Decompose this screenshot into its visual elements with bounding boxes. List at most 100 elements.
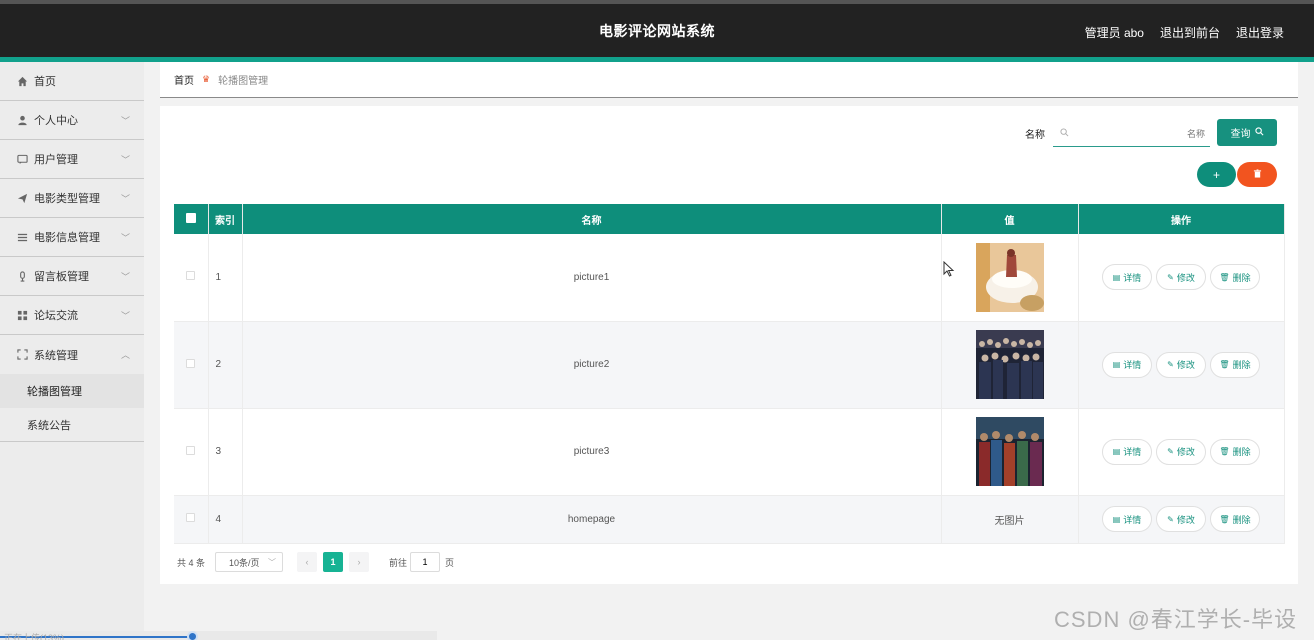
search-icon [1254,126,1264,139]
row-index: 1 [208,234,243,322]
trash-icon: 🗑 [1219,447,1230,456]
page-number-button[interactable]: 1 [323,552,344,572]
sidebar-item-label: 个人中心 [34,115,78,127]
sidebar-subitem-announcement[interactable]: 系统公告 [0,408,144,442]
sidebar-item-system[interactable]: 系统管理 ︿ [0,335,144,374]
sidebar-item-users[interactable]: 用户管理 ﹀ [0,140,144,179]
goto-page-input[interactable] [410,552,441,572]
goto-label: 前往 [389,557,408,568]
row-checkbox-cell [174,495,209,544]
chevron-down-icon: ﹀ [268,558,277,567]
column-header-name: 名称 [242,204,942,234]
carousel-thumbnail-image[interactable] [975,242,1044,312]
detail-button[interactable]: ▤ 详情 [1102,506,1152,532]
row-checkbox-cell [174,321,209,409]
microphone-icon [16,270,28,282]
row-checkbox[interactable] [186,271,196,281]
sidebar-item-profile[interactable]: 个人中心 ﹀ [0,101,144,140]
add-button[interactable]: + [1197,162,1236,187]
document-icon: ▤ [1112,514,1121,524]
column-header-value: 值 [941,204,1079,234]
prev-page-button[interactable]: ‹ [297,552,318,572]
delete-button[interactable]: 🗑 删除 [1210,351,1260,378]
edit-button[interactable]: ✎ 修改 [1156,438,1206,465]
table-row: 4 homepage 无图片 ▤ 详情 ✎ 修改 🗑 删除 [174,495,1285,544]
pagination-total: 共 4 条 [177,557,206,568]
edit-button[interactable]: ✎ 修改 [1156,506,1206,532]
pencil-icon: ✎ [1167,447,1174,456]
detail-button[interactable]: ▤ 详情 [1102,438,1152,465]
select-all-checkbox[interactable] [185,212,196,223]
search-icon [1060,128,1069,140]
sidebar-item-home[interactable]: 首页 [0,62,144,101]
delete-label: 删除 [1232,447,1251,457]
row-name: picture3 [242,408,942,496]
logout-link[interactable]: 退出登录 [1236,24,1284,41]
document-icon: ▤ [1112,272,1121,282]
row-value [941,234,1079,322]
breadcrumb-home[interactable]: 首页 [174,72,194,87]
delete-button[interactable]: 🗑 删除 [1210,438,1260,465]
search-button[interactable]: 查询 [1217,119,1277,146]
sidebar-subitem-label: 轮播图管理 [27,386,82,398]
edit-button[interactable]: ✎ 修改 [1156,351,1206,378]
row-index: 2 [208,321,243,409]
row-index: 4 [208,495,243,544]
row-checkbox[interactable] [186,358,196,368]
top-header: 电影评论网站系统 管理员 abo 退出到前台 退出登录 [0,0,1314,62]
detail-button[interactable]: ▤ 详情 [1102,351,1152,378]
sidebar-subitem-label: 系统公告 [27,419,71,432]
sidebar-item-message-board[interactable]: 留言板管理 ﹀ [0,257,144,296]
delete-label: 删除 [1232,360,1251,370]
watermark: CSDN @春江学长-毕设 [1054,607,1298,632]
sidebar-item-label: 论坛交流 [34,310,78,322]
document-icon: ▤ [1112,360,1121,369]
sidebar: 首页 个人中心 ﹀ 用户管理 ﹀ 电影类型管理 ﹀ 电影信息管理 ﹀ 留言板管理… [0,62,144,640]
page-size-value: 10条/页 [229,557,260,568]
trash-icon: 🗑 [1219,514,1230,524]
row-checkbox-cell [174,408,209,496]
breadcrumb: 首页 ♛ 轮播图管理 [160,62,1298,98]
back-to-front-link[interactable]: 退出到前台 [1160,24,1220,41]
header-links: 管理员 abo 退出到前台 退出登录 [1085,24,1284,41]
sidebar-item-label: 用户管理 [34,154,78,166]
sidebar-item-forum[interactable]: 论坛交流 ﹀ [0,296,144,335]
sidebar-item-movie-info[interactable]: 电影信息管理 ﹀ [0,218,144,257]
sidebar-item-label: 系统管理 [34,349,78,362]
row-value [941,321,1079,409]
edit-button[interactable]: ✎ 修改 [1156,264,1206,291]
edit-label: 修改 [1176,447,1195,457]
row-checkbox[interactable] [186,513,196,522]
detail-label: 详情 [1123,360,1142,370]
carousel-thumbnail-image[interactable] [975,330,1044,399]
search-field [1053,121,1210,147]
chevron-down-icon: ﹀ [120,194,130,204]
chevron-down-icon: ﹀ [120,233,130,243]
edit-label: 修改 [1176,514,1195,525]
chevron-left-icon: ‹ [305,557,309,567]
search-label: 名称 [1025,130,1045,141]
next-page-button[interactable]: › [349,552,370,572]
page-size-select[interactable]: 10条/页 ﹀ [215,552,284,572]
search-input[interactable] [1075,125,1205,143]
search-button-label: 查询 [1230,129,1251,140]
edit-label: 修改 [1176,360,1195,370]
admin-user-label[interactable]: 管理员 abo [1085,24,1144,41]
column-header-index: 索引 [208,204,243,234]
trash-icon: 🗑 [1219,360,1230,369]
row-checkbox[interactable] [186,445,196,455]
delete-button[interactable]: 🗑 删除 [1210,506,1260,532]
chevron-down-icon: ﹀ [120,272,130,282]
delete-button[interactable]: 🗑 删除 [1210,264,1260,291]
batch-delete-button[interactable] [1237,162,1277,187]
select-all-checkbox-cell[interactable] [174,204,209,234]
upload-progress-handle[interactable] [187,631,198,640]
sidebar-item-label: 留言板管理 [34,271,89,283]
sidebar-subitem-carousel[interactable]: 轮播图管理 [0,374,144,408]
table-header-row: 索引 名称 值 操作 [174,204,1285,234]
detail-button[interactable]: ▤ 详情 [1102,264,1152,291]
row-actions: ▤ 详情 ✎ 修改 🗑 删除 [1078,321,1285,409]
sidebar-item-movie-types[interactable]: 电影类型管理 ﹀ [0,179,144,218]
main-panel: 名称 查询 + 索引 名称 值 操作 1 [160,106,1298,584]
carousel-thumbnail-image[interactable] [975,417,1044,486]
